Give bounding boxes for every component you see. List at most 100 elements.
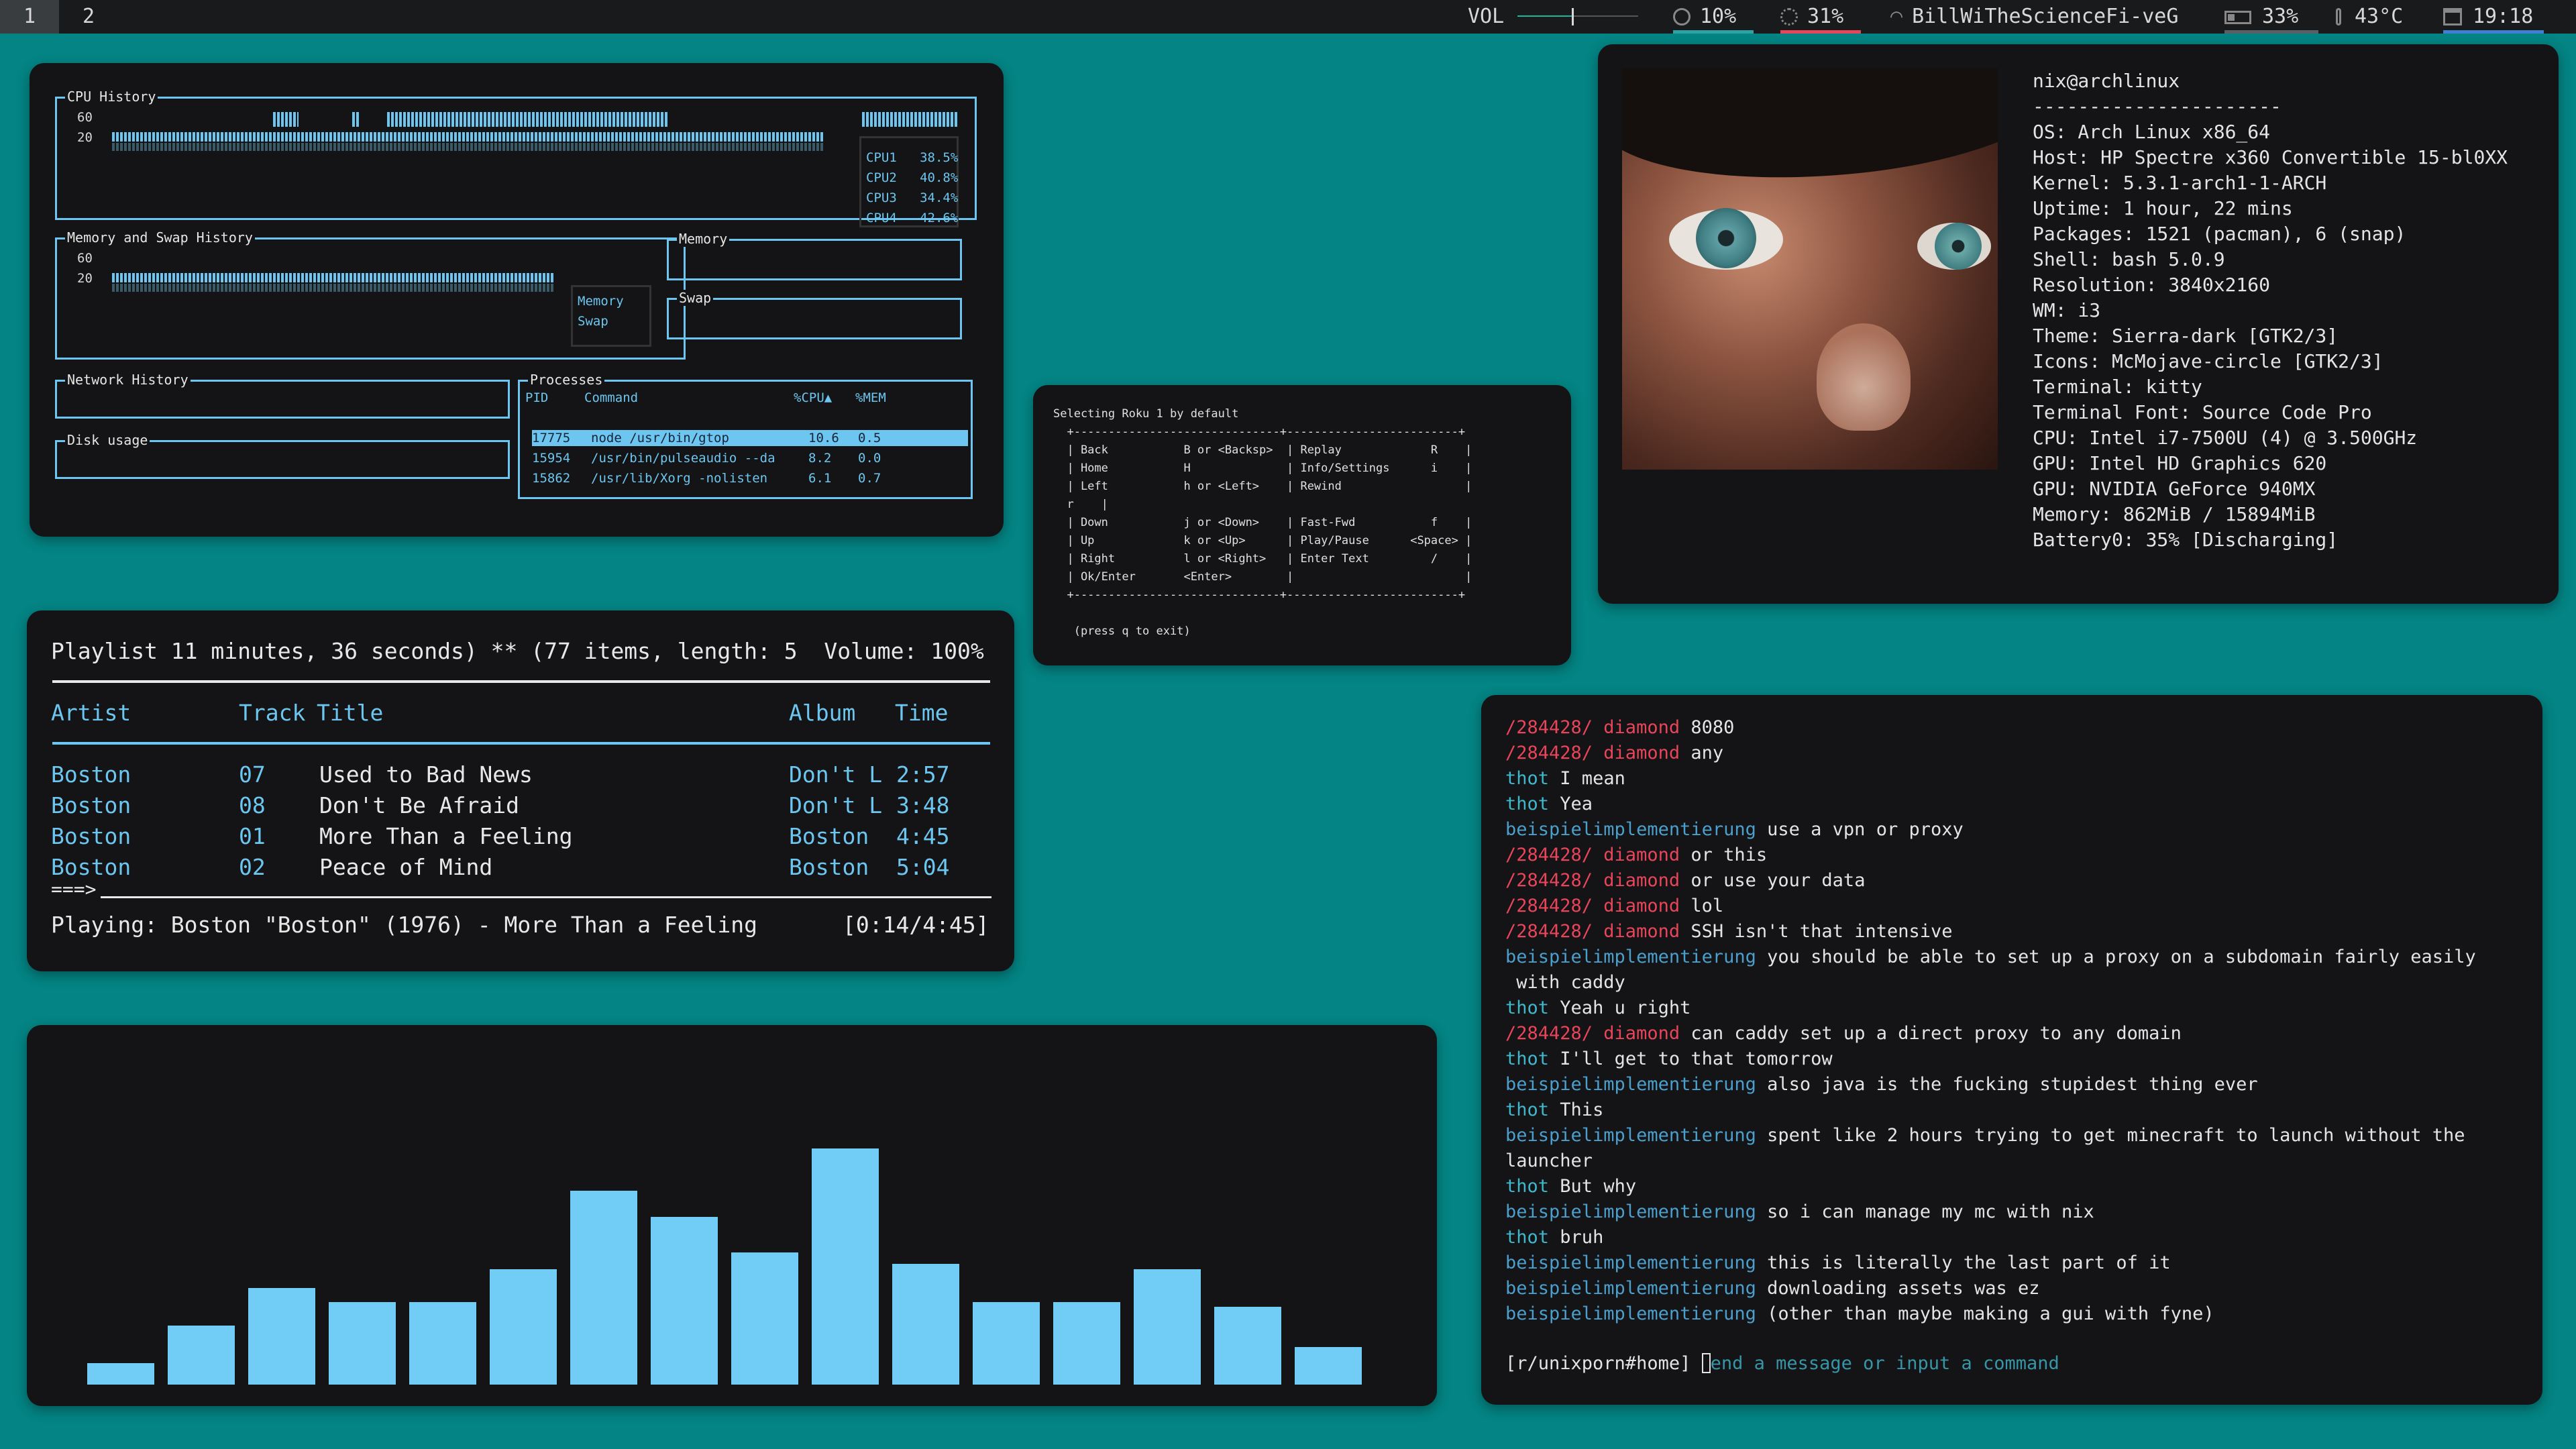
neofetch-line: Resolution: 3840x2160 xyxy=(2033,274,2271,296)
gtop-window[interactable]: CPU History 60 20 CPU1 38.5% CPU2 40.8% … xyxy=(30,63,1004,537)
chat-text: can caddy set up a direct proxy to any d… xyxy=(1690,1023,2182,1044)
chat-window[interactable]: /284428/ diamond 8080/284428/ diamond an… xyxy=(1481,695,2542,1405)
chat-text: I mean xyxy=(1560,768,1625,789)
process-row[interactable]: 15954 /usr/bin/pulseaudio --da 8.2 0.0 xyxy=(532,450,968,466)
chat-nick[interactable]: thot xyxy=(1505,1176,1549,1197)
swap-panel: Swap xyxy=(667,290,962,339)
chat-nick[interactable]: /284428/ diamond xyxy=(1505,896,1680,916)
chat-nick[interactable]: /284428/ diamond xyxy=(1505,717,1680,738)
column-header-pid[interactable]: PID xyxy=(525,390,548,406)
track-track: 02 xyxy=(239,854,266,880)
chat-nick[interactable]: beispielimplementierung xyxy=(1505,1074,1756,1095)
neofetch-line: Terminal: kitty xyxy=(2033,376,2202,398)
column-header-title[interactable]: Title xyxy=(317,698,383,729)
column-header-track[interactable]: Track xyxy=(239,698,305,729)
column-header-album[interactable]: Album xyxy=(789,698,855,729)
visualizer-bar xyxy=(168,1326,235,1385)
battery-value: 33% xyxy=(2262,5,2299,28)
cpu-value: 10% xyxy=(1700,5,1737,28)
cmus-player-window[interactable]: Playlist 11 minutes, 36 seconds) ** (77 … xyxy=(27,610,1014,971)
chat-message: thot bruh xyxy=(1505,1225,1603,1250)
volume-slider[interactable] xyxy=(1517,0,1638,34)
cpu-history-panel: CPU History 60 20 CPU1 38.5% CPU2 40.8% … xyxy=(55,89,977,227)
chat-nick[interactable]: thot xyxy=(1505,1227,1549,1248)
chat-nick[interactable]: thot xyxy=(1505,768,1549,789)
neofetch-line: GPU: NVIDIA GeForce 940MX xyxy=(2033,478,2316,500)
temperature-indicator: 43°C xyxy=(2336,0,2403,34)
chat-text: also java is the fucking stupidest thing… xyxy=(1767,1074,2258,1095)
chat-input-line[interactable]: [r/unixporn#home] end a message or input… xyxy=(1505,1351,2059,1377)
chat-nick[interactable]: beispielimplementierung xyxy=(1505,1303,1756,1324)
neofetch-line: WM: i3 xyxy=(2033,299,2101,321)
neofetch-line: Host: HP Spectre x360 Convertible 15-bl0… xyxy=(2033,146,2508,168)
chat-message: thot This xyxy=(1505,1097,1603,1123)
chat-nick[interactable]: /284428/ diamond xyxy=(1505,845,1680,865)
visualizer-bar xyxy=(87,1363,154,1385)
top-bar: 1 2 VOL 10% 31% ◠ BillWiTheScienceFi-veG … xyxy=(0,0,2576,34)
chat-text: any xyxy=(1690,743,1724,763)
memory-history-graph xyxy=(112,273,555,282)
battery-indicator: 33% xyxy=(2224,0,2318,34)
chat-message: beispielimplementierung (other than mayb… xyxy=(1505,1301,2214,1327)
swap-title: Swap xyxy=(677,290,714,306)
memory-panel: Memory xyxy=(667,231,962,280)
chat-message: /284428/ diamond or this xyxy=(1505,843,1767,868)
track-artist: Boston xyxy=(51,823,131,849)
chat-nick[interactable]: thot xyxy=(1505,1099,1549,1120)
neofetch-line: Battery0: 35% [Discharging] xyxy=(2033,529,2339,551)
column-header-time[interactable]: Time xyxy=(895,698,948,729)
chat-message: /284428/ diamond can caddy set up a dire… xyxy=(1505,1021,2182,1046)
calendar-icon xyxy=(2443,8,2462,25)
process-row[interactable]: 15862 /usr/lib/Xorg -nolisten 6.1 0.7 xyxy=(532,470,968,486)
roku-remote-window[interactable]: Selecting Roku 1 by default +-----------… xyxy=(1033,385,1571,665)
memory-history-panel: Memory and Swap History 60 20 Memory Swa… xyxy=(55,229,686,360)
chat-nick[interactable]: thot xyxy=(1505,1049,1549,1069)
chat-nick[interactable]: thot xyxy=(1505,998,1549,1018)
wifi-indicator[interactable]: ◠ BillWiTheScienceFi-veG xyxy=(1890,0,2178,34)
progress-bar[interactable] xyxy=(101,896,991,898)
chat-nick[interactable]: beispielimplementierung xyxy=(1505,1278,1756,1299)
chat-nick[interactable]: beispielimplementierung xyxy=(1505,947,1756,967)
chat-nick[interactable]: /284428/ diamond xyxy=(1505,921,1680,942)
chat-nick[interactable]: /284428/ diamond xyxy=(1505,870,1680,891)
audio-visualizer-window[interactable] xyxy=(27,1025,1437,1406)
chat-nick[interactable]: beispielimplementierung xyxy=(1505,1201,1756,1222)
neofetch-line: Icons: McMojave-circle [GTK2/3] xyxy=(2033,350,2383,372)
cpu-history-title: CPU History xyxy=(65,89,158,105)
memory-icon xyxy=(1780,8,1798,25)
chat-nick[interactable]: beispielimplementierung xyxy=(1505,1125,1756,1146)
chat-message: beispielimplementierung so i can manage … xyxy=(1505,1199,2094,1225)
track-album: Boston xyxy=(789,854,869,880)
chat-nick[interactable]: /284428/ diamond xyxy=(1505,743,1680,763)
chat-text: Yeah u right xyxy=(1560,998,1691,1018)
chat-message: beispielimplementierung downloading asse… xyxy=(1505,1276,2040,1301)
chat-nick[interactable]: beispielimplementierung xyxy=(1505,819,1756,840)
network-history-title: Network History xyxy=(65,372,191,388)
workspace-1-button[interactable]: 1 xyxy=(0,0,59,34)
clock-indicator[interactable]: 19:18 xyxy=(2443,0,2544,34)
process-row-selected[interactable]: 17775 node /usr/bin/gtop 10.6 0.5 xyxy=(532,430,968,446)
visualizer-bar xyxy=(892,1264,959,1385)
neofetch-window[interactable]: nix@archlinux ---------------------- OS:… xyxy=(1598,44,2559,604)
column-header-mem[interactable]: %MEM xyxy=(855,390,886,406)
column-header-cpu[interactable]: %CPU▲ xyxy=(794,390,832,406)
track-album: Don't L xyxy=(789,761,883,788)
chat-text: or use your data xyxy=(1690,870,1866,891)
track-track: 08 xyxy=(239,792,266,818)
neofetch-line: Theme: Sierra-dark [GTK2/3] xyxy=(2033,325,2339,347)
chat-nick[interactable]: beispielimplementierung xyxy=(1505,1252,1756,1273)
column-header-command[interactable]: Command xyxy=(584,390,638,406)
chat-text: SSH isn't that intensive xyxy=(1690,921,1953,942)
track-title: More Than a Feeling xyxy=(319,823,573,849)
workspace-2-button[interactable]: 2 xyxy=(59,0,118,34)
chat-nick[interactable]: thot xyxy=(1505,794,1549,814)
cpu-legend-item: CPU2 40.8% xyxy=(866,170,959,185)
column-header-artist[interactable]: Artist xyxy=(51,698,131,729)
neofetch-line: CPU: Intel i7-7500U (4) @ 3.500GHz xyxy=(2033,427,2418,449)
chat-message: beispielimplementierung spent like 2 hou… xyxy=(1505,1123,2465,1148)
cpu-history-graph xyxy=(112,132,823,142)
chat-nick[interactable]: /284428/ diamond xyxy=(1505,1023,1680,1044)
visualizer-bar xyxy=(812,1148,879,1385)
chat-text: so i can manage my mc with nix xyxy=(1767,1201,2094,1222)
chat-input-placeholder[interactable]: end a message or input a command xyxy=(1711,1353,2059,1374)
